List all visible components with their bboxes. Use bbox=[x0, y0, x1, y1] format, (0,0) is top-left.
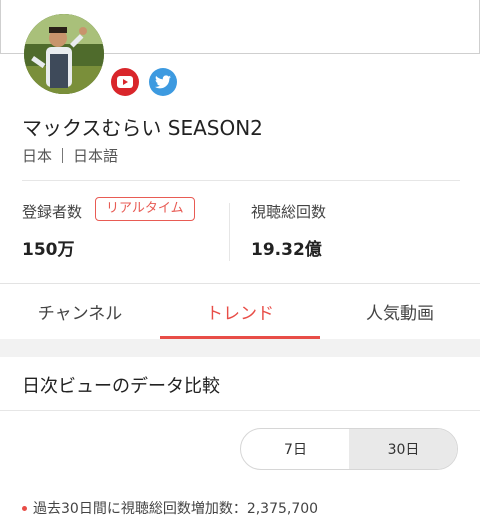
subscribers-value: 150万 bbox=[22, 240, 75, 260]
subscribers-label: 登録者数 bbox=[22, 203, 83, 221]
section-divider bbox=[0, 410, 480, 411]
channel-avatar[interactable] bbox=[24, 14, 104, 94]
range-toggle: 7日 30日 bbox=[240, 428, 458, 470]
tab-trend[interactable]: トレンド bbox=[160, 284, 320, 338]
youtube-icon bbox=[117, 76, 133, 88]
channel-country: 日本 bbox=[22, 147, 53, 165]
realtime-badge[interactable]: リアルタイム bbox=[95, 197, 195, 221]
tab-channel[interactable]: チャンネル bbox=[0, 284, 160, 338]
youtube-link[interactable] bbox=[111, 68, 139, 96]
views-increase-text: 過去30日間に視聴総回数増加数：2,375,700 bbox=[33, 501, 319, 517]
twitter-icon bbox=[155, 75, 171, 89]
meta-separator bbox=[62, 148, 64, 163]
range-30-days-button[interactable]: 30日 bbox=[349, 429, 457, 469]
channel-meta: 日本 日本語 bbox=[22, 145, 118, 166]
tab-bar: チャンネル トレンド 人気動画 bbox=[0, 283, 480, 339]
bullet-dot-icon bbox=[22, 505, 27, 511]
stats-divider bbox=[229, 203, 230, 261]
profile-divider bbox=[22, 180, 460, 181]
banner-left-edge bbox=[0, 0, 1, 54]
views-label: 視聴総回数 bbox=[251, 203, 327, 221]
range-7-days-button[interactable]: 7日 bbox=[241, 429, 350, 469]
twitter-link[interactable] bbox=[149, 68, 177, 96]
channel-name: マックスむらい SEASON2 bbox=[22, 116, 263, 140]
section-spacer bbox=[0, 339, 480, 357]
channel-language: 日本語 bbox=[73, 147, 119, 165]
section-title: 日次ビューのデータ比較 bbox=[22, 376, 220, 397]
views-value: 19.32億 bbox=[251, 240, 322, 260]
avatar-photo-icon bbox=[24, 14, 104, 94]
tab-popular-videos[interactable]: 人気動画 bbox=[320, 284, 480, 338]
views-increase-note: 過去30日間に視聴総回数増加数：2,375,700 bbox=[22, 498, 318, 518]
